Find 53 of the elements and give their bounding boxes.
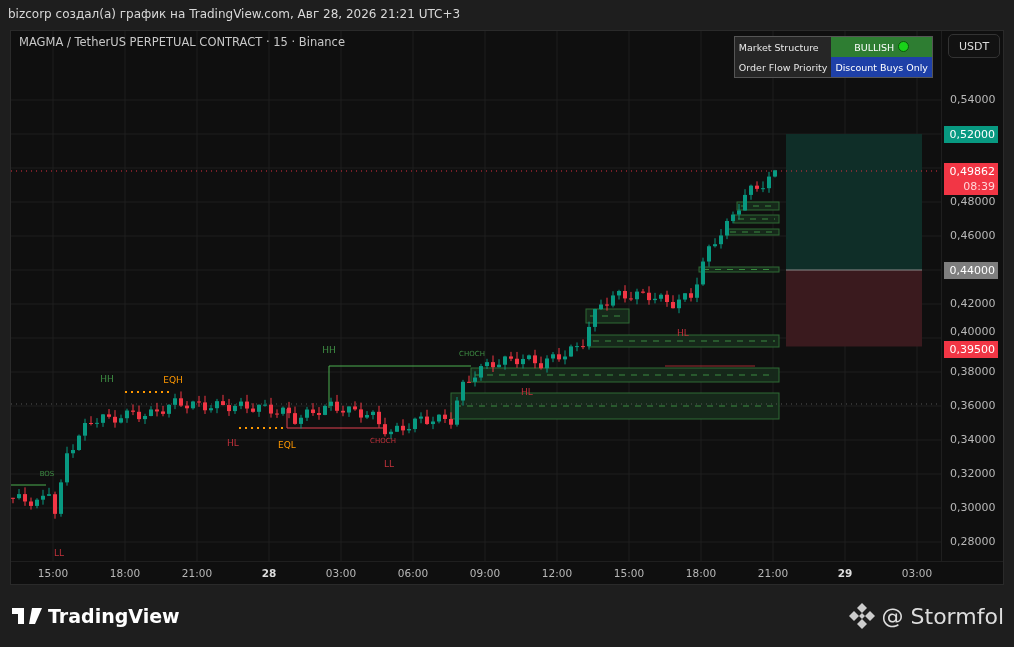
symbol-title: MAGMA / TetherUS PERPETUAL CONTRACT · 15 · Binance — [19, 35, 345, 49]
logo-icon — [12, 608, 42, 624]
time-label: 21:00 — [180, 567, 214, 579]
price-value: 0,49862 — [949, 164, 995, 179]
chart-author-caption: bizcorp создал(а) график на TradingView.com, Авг 28, 2026 21:21 UTC+3 — [8, 7, 461, 21]
structure-line — [11, 484, 47, 486]
time-label: 18:00 — [684, 567, 718, 579]
time-label: 03:00 — [324, 567, 358, 579]
info-label: Order Flow Priority — [734, 57, 832, 78]
price-value: 0,52000 — [949, 127, 995, 142]
structure-label: HH — [100, 374, 114, 384]
info-value: BULLISH — [831, 36, 933, 57]
price-label: 0,40000 — [950, 324, 996, 340]
time-label: 03:00 — [900, 567, 934, 579]
price-label: 0,28000 — [950, 534, 996, 550]
equal-lows-line — [238, 427, 286, 429]
price-label: 0,54000 — [950, 92, 996, 108]
structure-label: LL — [384, 459, 394, 469]
price-label: 0,42000 — [950, 296, 996, 312]
price-label: 0,38000 — [950, 364, 996, 380]
brand-name: TradingView — [48, 605, 180, 627]
structure-label: HL — [521, 387, 533, 397]
countdown-timer: 08:39 — [963, 179, 995, 194]
structure-label: LL — [54, 548, 64, 558]
time-label: 29 — [836, 567, 854, 579]
price-label: 0,36000 — [950, 398, 996, 414]
structure-label: HL — [227, 438, 239, 448]
author-name: @ Stormfol — [881, 603, 1004, 629]
equal-highs-line — [124, 391, 170, 393]
time-label: 15:00 — [612, 567, 646, 579]
time-label: 12:00 — [540, 567, 574, 579]
info-label: Market Structure — [734, 36, 832, 57]
structure-label: HL — [677, 328, 689, 338]
time-label: 21:00 — [756, 567, 790, 579]
time-label: 15:00 — [36, 567, 70, 579]
structure-label: EQL — [278, 440, 296, 450]
diamond-logo-icon — [847, 602, 876, 630]
price-label: 0,46000 — [950, 228, 996, 244]
structure-label: HH — [322, 345, 336, 355]
price-label: 0,32000 — [950, 466, 996, 482]
time-label: 09:00 — [468, 567, 502, 579]
time-label: 06:00 — [396, 567, 430, 579]
status-dot-icon — [898, 41, 910, 52]
info-value: Discount Buys Only — [831, 57, 933, 78]
price-label: 0,34000 — [950, 432, 996, 448]
currency-button[interactable]: USDT — [948, 34, 1000, 58]
structure-label: EQH — [163, 375, 183, 385]
price-label: 0,30000 — [950, 500, 996, 516]
price-label: 0,48000 — [950, 194, 996, 210]
price-value: 0,44000 — [949, 263, 995, 278]
price-value: 0,39500 — [949, 342, 995, 357]
time-label: 28 — [260, 567, 278, 579]
time-label: 18:00 — [108, 567, 142, 579]
